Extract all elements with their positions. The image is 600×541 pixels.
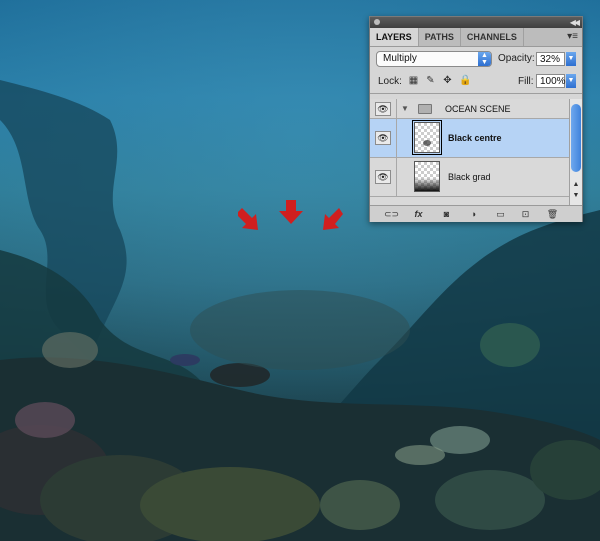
lock-all-icon[interactable]: 🔒 [459,75,471,86]
collapse-icon[interactable]: ◀◀ [570,17,580,28]
tab-channels[interactable]: CHANNELS [461,28,524,46]
red-arrow-left-icon [238,208,258,230]
layers-list: 👁 ▼ OCEAN SCENE 👁 Black centre 👁 Black g… [370,99,569,205]
opacity-label: Opacity: [498,53,535,64]
eye-icon[interactable]: 👁 [375,102,391,116]
scrollbar-thumb[interactable] [571,104,581,172]
lock-brush-icon[interactable]: ✎ [425,75,436,86]
close-icon[interactable] [374,19,380,25]
fill-dropdown-icon[interactable]: ▼ [566,74,576,88]
panel-menu-icon[interactable]: ▾≡ [567,28,578,46]
blend-mode-select[interactable]: Multiply ▲ ▼ [376,51,492,67]
lock-fill-row: Lock: ▦ ✎ ✥ 🔒 Fill: 100% ▼ [370,69,582,94]
red-arrow-right-icon [323,208,343,230]
trash-icon[interactable]: 🗑 [546,208,559,220]
mask-icon[interactable]: ◙ [440,208,453,220]
panel-bottom-toolbar: ⊂⊃ fx ◙ ◑ ▭ ⊡ 🗑 [370,205,582,222]
thumbnail-dot [423,140,431,146]
tab-layers[interactable]: LAYERS [370,28,419,46]
layers-scrollbar[interactable]: ▲ ▼ [569,99,582,205]
red-arrow-down-icon [279,200,303,224]
opacity-dropdown-icon[interactable]: ▼ [566,52,576,66]
new-layer-icon[interactable]: ⊡ [519,208,532,220]
fill-label: Fill: [518,76,534,87]
opacity-field[interactable]: 32% [536,52,565,66]
blend-opacity-row: Multiply ▲ ▼ Opacity: 32% ▼ [370,47,582,69]
panel-tabs: LAYERS PATHS CHANNELS ▾≡ [370,28,582,47]
lock-position-icon[interactable]: ✥ [442,75,453,86]
layer-row[interactable]: 👁 Black grad [370,158,569,197]
layer-thumbnail[interactable] [412,120,442,155]
layer-thumbnail[interactable] [414,161,440,192]
scroll-down-icon[interactable]: ▼ [571,192,581,199]
divider [396,119,397,157]
layer-name: Black centre [448,133,502,143]
fill-field[interactable]: 100% [536,74,566,88]
panel-titlebar[interactable]: ◀◀ [370,17,582,28]
adjustment-icon[interactable]: ◑ [467,208,480,220]
eye-icon[interactable]: 👁 [375,131,391,145]
layers-panel: ◀◀ LAYERS PATHS CHANNELS ▾≡ Multiply ▲ ▼ … [369,16,583,222]
link-icon[interactable]: ⊂⊃ [384,208,399,220]
new-group-icon[interactable]: ▭ [494,208,507,220]
folder-icon [418,104,432,114]
scroll-up-icon[interactable]: ▲ [571,181,581,188]
blend-mode-stepper-icon[interactable]: ▲ ▼ [478,52,491,66]
lock-transparency-icon[interactable]: ▦ [408,75,419,86]
layer-row-selected[interactable]: 👁 Black centre [370,119,569,158]
layer-name: Black grad [448,172,491,182]
tab-paths[interactable]: PATHS [419,28,461,46]
eye-icon[interactable]: 👁 [375,170,391,184]
layer-group-row[interactable]: 👁 ▼ OCEAN SCENE [370,99,569,119]
divider [396,99,397,118]
layer-name: OCEAN SCENE [445,104,511,114]
expand-triangle-icon[interactable]: ▼ [401,104,409,113]
divider [396,158,397,196]
lock-label: Lock: [378,76,402,87]
fx-icon[interactable]: fx [412,208,425,220]
blend-mode-value: Multiply [383,53,417,64]
